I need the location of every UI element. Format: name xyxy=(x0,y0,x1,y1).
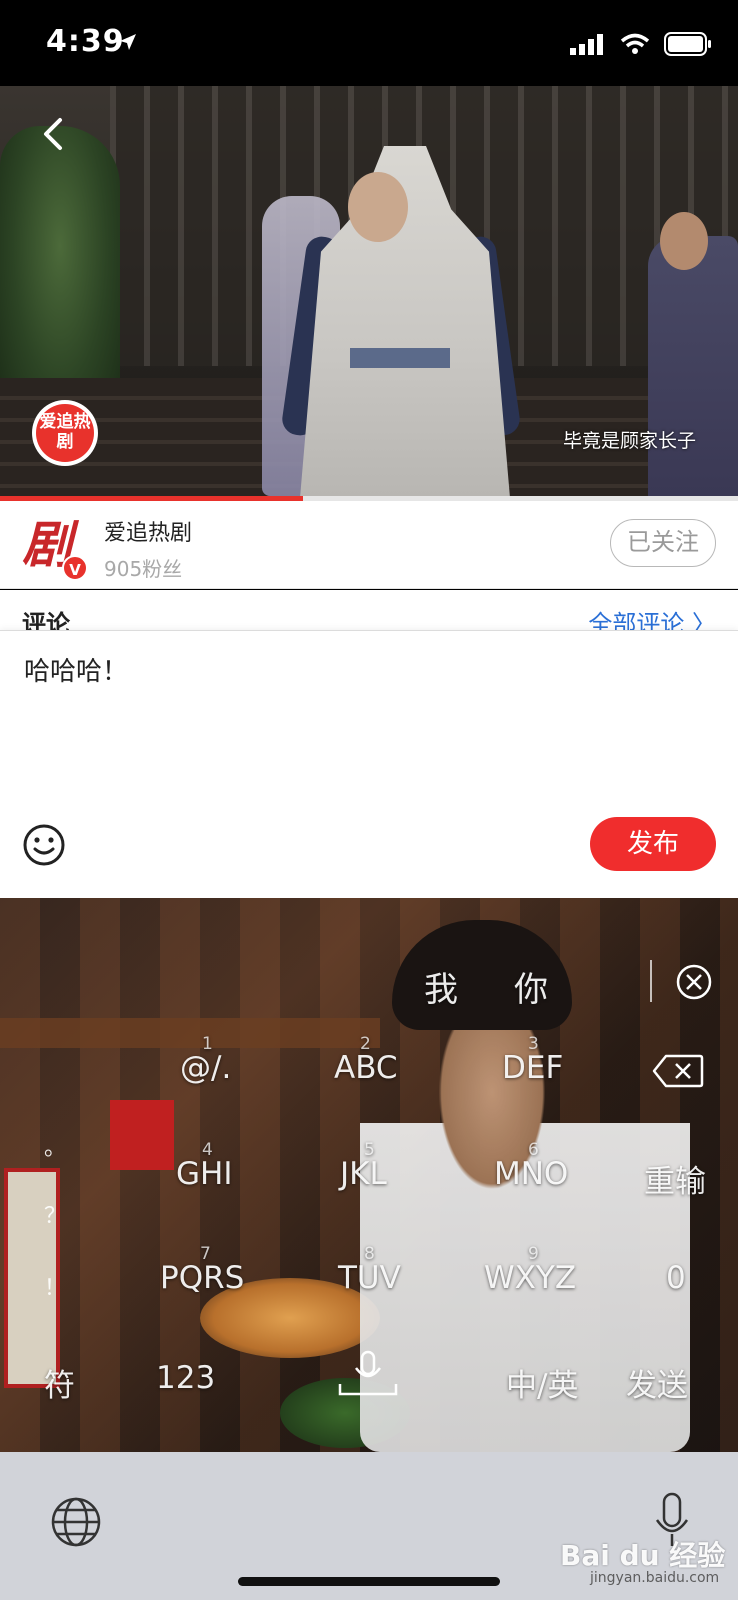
key-7[interactable]: 7 PQRS xyxy=(160,1244,245,1296)
wifi-icon xyxy=(620,33,650,54)
key-2[interactable]: 2 ABC xyxy=(334,1034,398,1086)
key-send[interactable]: 发送 xyxy=(626,1360,688,1405)
key-9[interactable]: 9 WXYZ xyxy=(484,1244,577,1296)
emoji-icon[interactable] xyxy=(22,823,66,867)
video-subtitle: 毕竟是顾家长子 xyxy=(562,430,696,452)
key-number: 5 xyxy=(364,1140,375,1160)
key-number: 9 xyxy=(528,1244,539,1264)
key-number: 6 xyxy=(528,1140,539,1160)
channel-avatar[interactable]: 剧 V xyxy=(22,517,88,581)
keyboard-bottom-bar: Bai du 经验 jingyan.baidu.com xyxy=(0,1452,738,1600)
home-indicator xyxy=(238,1577,500,1586)
channel-row: 剧 V 爱追热剧 905粉丝 已关注 xyxy=(0,501,738,589)
backspace-icon[interactable] xyxy=(652,1054,704,1088)
key-8[interactable]: 8 TUV xyxy=(338,1244,401,1296)
key-3[interactable]: 3 DEF xyxy=(502,1034,564,1086)
key-label: 重输 xyxy=(644,1164,706,1200)
follow-button[interactable]: 已关注 xyxy=(610,519,716,567)
key-1[interactable]: 1 @/. xyxy=(180,1034,232,1086)
key-label: 0 xyxy=(666,1260,686,1296)
status-time: 4:39 xyxy=(46,24,125,59)
punctuation-key[interactable]: ！ xyxy=(44,1270,66,1302)
video-channel-logo-text: 爱追热剧 xyxy=(36,404,94,462)
key-label: ABC xyxy=(334,1050,398,1086)
key-0[interactable]: 0 xyxy=(666,1260,686,1296)
key-label: PQRS xyxy=(160,1260,245,1296)
comments-header: 评论 全部评论 〉 xyxy=(0,590,738,630)
key-number: 1 xyxy=(202,1034,213,1054)
key-5[interactable]: 5 JKL xyxy=(340,1140,387,1192)
key-label: 符 xyxy=(44,1368,75,1404)
keyboard: 我 你 。 ？ ！ 1 @/. 2 ABC 3 DEF 4 GHI 5 JKL … xyxy=(0,898,738,1452)
key-label: 123 xyxy=(156,1360,216,1396)
key-number: 2 xyxy=(360,1034,371,1054)
signal-icon xyxy=(570,34,603,55)
channel-name[interactable]: 爱追热剧 xyxy=(104,515,192,547)
key-label: JKL xyxy=(340,1156,387,1192)
globe-icon[interactable] xyxy=(50,1496,102,1548)
status-icons xyxy=(570,32,712,56)
channel-fans: 905粉丝 xyxy=(104,557,183,581)
key-6[interactable]: 6 MNO xyxy=(494,1140,569,1192)
key-number: 3 xyxy=(528,1034,539,1054)
video-figure-head xyxy=(660,212,708,270)
all-comments-link[interactable]: 全部评论 〉 xyxy=(588,604,716,630)
key-label: TUV xyxy=(338,1260,401,1296)
candidate-word[interactable]: 我 xyxy=(424,962,458,1011)
video-figure-right xyxy=(648,236,738,498)
comments-title: 评论 xyxy=(22,610,70,630)
key-symbols[interactable]: 符 xyxy=(44,1360,75,1405)
location-arrow-icon xyxy=(120,34,136,50)
key-label: GHI xyxy=(176,1156,233,1192)
publish-button[interactable]: 发布 xyxy=(590,817,716,871)
video-player[interactable]: 爱追热剧 毕竟是顾家长子 xyxy=(0,86,738,498)
battery-icon xyxy=(664,32,711,56)
comment-input-panel: 哈哈哈！ 发布 xyxy=(0,630,738,898)
key-label: WXYZ xyxy=(484,1260,577,1296)
key-retype[interactable]: 重输 xyxy=(644,1156,706,1201)
key-number: 7 xyxy=(200,1244,211,1264)
video-figure-head xyxy=(348,172,408,242)
video-figure-belt xyxy=(350,348,450,368)
key-numbers[interactable]: 123 xyxy=(156,1360,215,1396)
keyboard-background-shelf xyxy=(0,1018,380,1048)
back-icon[interactable] xyxy=(34,114,74,154)
key-4[interactable]: 4 GHI xyxy=(176,1140,233,1192)
key-label: 中/英 xyxy=(506,1368,579,1404)
punctuation-key[interactable]: 。 xyxy=(44,1130,66,1162)
comment-input[interactable]: 哈哈哈！ xyxy=(24,651,128,688)
key-label: @/. xyxy=(180,1050,232,1086)
watermark-logo: Bai du 经验 xyxy=(560,1539,726,1572)
key-label: DEF xyxy=(502,1050,564,1086)
punctuation-key[interactable]: ？ xyxy=(44,1198,66,1230)
keyboard-background-sign xyxy=(110,1100,174,1170)
verified-badge: V xyxy=(62,555,88,581)
candidate-divider xyxy=(650,960,652,1002)
key-label: MNO xyxy=(494,1156,569,1192)
key-language-switch[interactable]: 中/英 xyxy=(506,1360,578,1405)
collapse-candidates-icon[interactable] xyxy=(676,964,712,1000)
key-label: 发送 xyxy=(626,1368,688,1404)
candidate-word[interactable]: 你 xyxy=(514,962,548,1011)
status-bar: 4:39 xyxy=(0,0,738,86)
key-number: 4 xyxy=(202,1140,213,1160)
video-channel-logo: 爱追热剧 xyxy=(32,400,98,466)
space-voice-icon[interactable] xyxy=(338,1350,398,1402)
key-number: 8 xyxy=(364,1244,375,1264)
watermark-url: jingyan.baidu.com xyxy=(590,1570,720,1586)
